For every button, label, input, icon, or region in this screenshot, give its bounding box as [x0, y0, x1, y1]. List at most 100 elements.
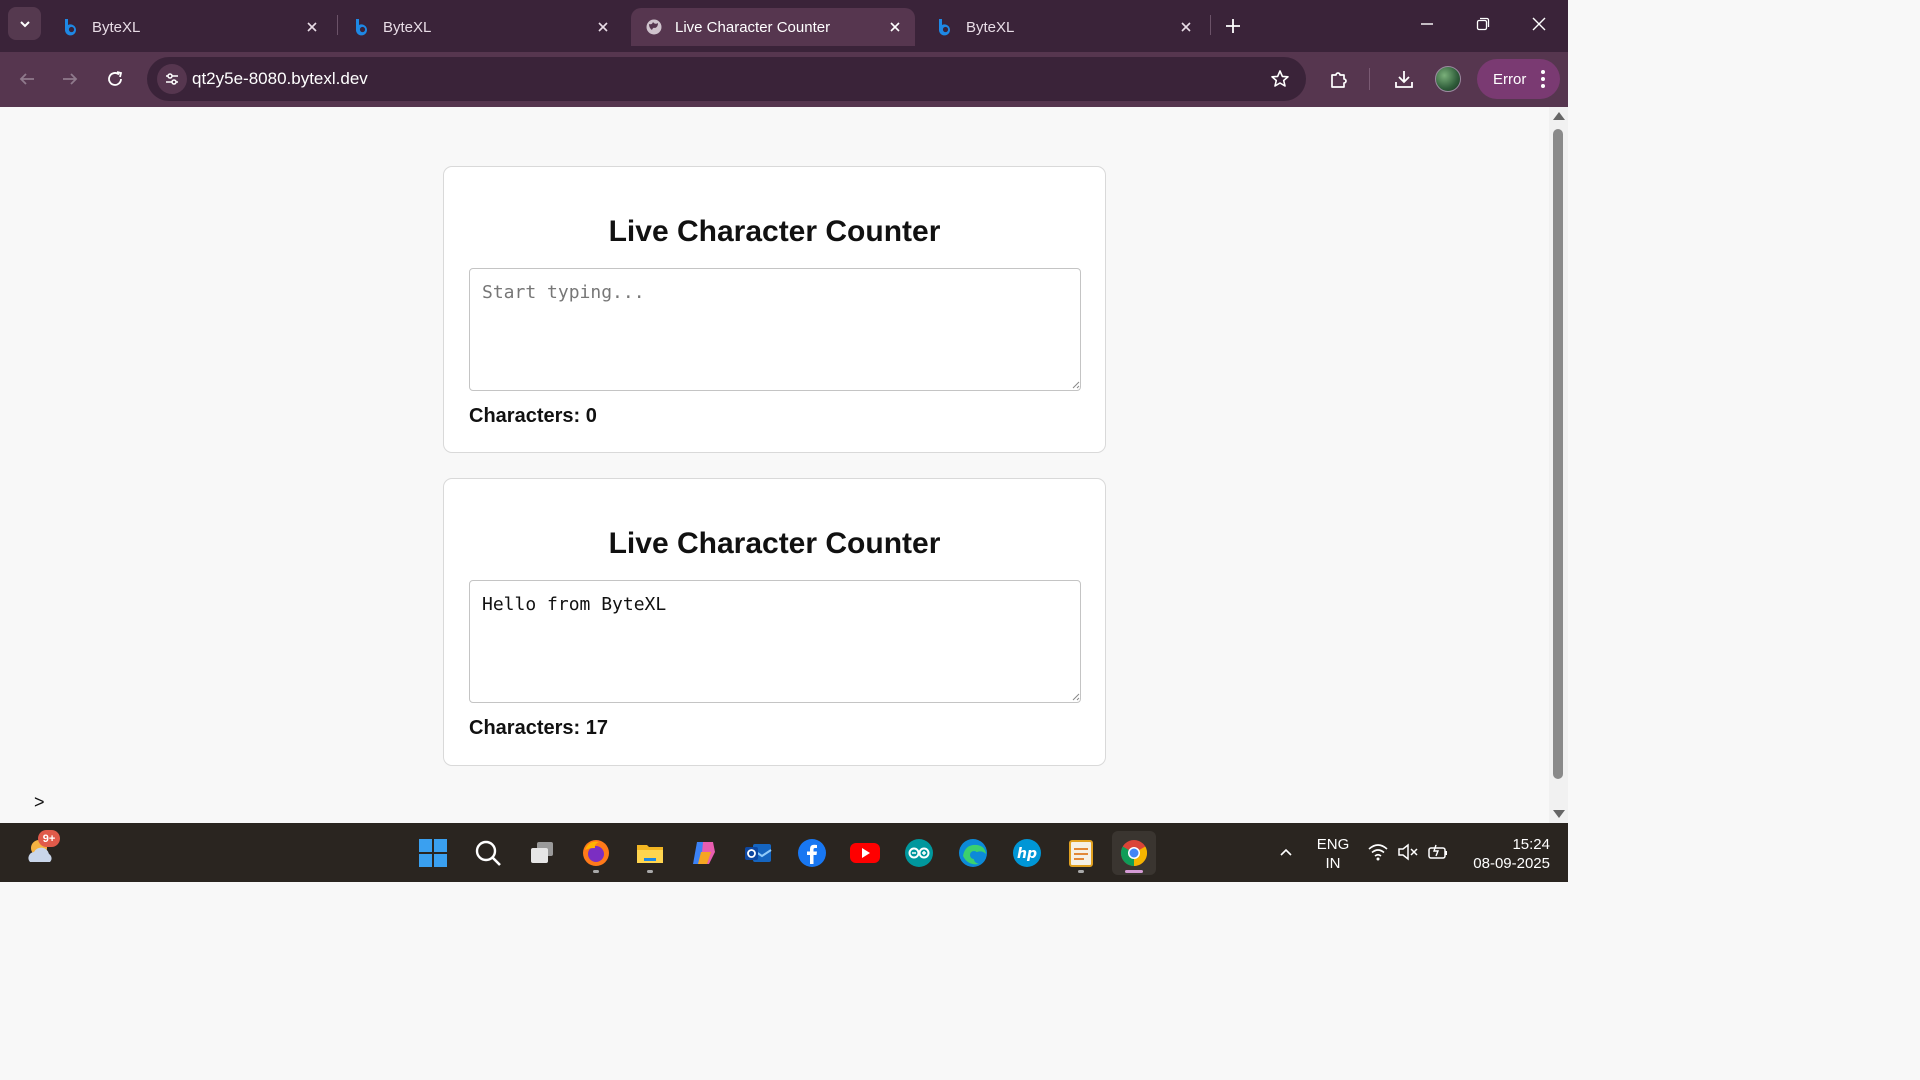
page-viewport: Live Character Counter Characters: 0 Liv… — [0, 107, 1549, 823]
tab-strip: ByteXL ByteXL Live Character Counter Byt… — [0, 0, 1568, 52]
taskbar-search-button[interactable] — [466, 831, 510, 875]
close-icon — [1532, 17, 1546, 31]
close-icon[interactable] — [300, 15, 324, 39]
counter-card-2: Live Character Counter Characters: 17 — [443, 478, 1106, 766]
taskbar-chrome[interactable] — [1112, 831, 1156, 875]
close-window-button[interactable] — [1516, 8, 1562, 40]
counter-textarea[interactable] — [469, 580, 1081, 703]
tab-bytexl-3[interactable]: ByteXL — [922, 8, 1206, 46]
tune-icon — [166, 73, 178, 85]
language-code: ENG — [1316, 836, 1350, 853]
taskbar-youtube[interactable] — [843, 831, 887, 875]
scrollbar-thumb[interactable] — [1553, 129, 1563, 779]
taskbar-firefox[interactable] — [574, 831, 618, 875]
notification-badge: 9+ — [38, 830, 60, 847]
task-view-icon — [531, 842, 553, 863]
volume-status[interactable] — [1397, 841, 1419, 863]
speaker-muted-icon — [1398, 843, 1418, 861]
chevron-up-icon — [1280, 848, 1292, 856]
system-clock[interactable]: 15:24 08-09-2025 — [1460, 835, 1550, 873]
arduino-icon — [905, 839, 933, 867]
toolbar-divider — [1369, 68, 1370, 90]
taskbar-outlook[interactable] — [736, 831, 780, 875]
edge-icon — [959, 839, 987, 867]
minimize-icon — [1421, 23, 1433, 25]
clock-time: 15:24 — [1512, 836, 1550, 853]
taskbar-hp[interactable]: hp — [1005, 831, 1049, 875]
profile-error-button[interactable]: Error — [1477, 59, 1560, 99]
running-indicator — [1125, 870, 1143, 873]
close-icon[interactable] — [1174, 15, 1198, 39]
close-icon[interactable] — [591, 15, 615, 39]
tab-search-button[interactable] — [8, 7, 41, 40]
forward-button[interactable] — [53, 62, 87, 96]
tab-divider — [1210, 15, 1211, 35]
bytexl-b-icon — [353, 18, 371, 36]
profile-avatar[interactable] — [1435, 66, 1461, 92]
tab-title: ByteXL — [383, 18, 432, 36]
scroll-up-arrow-icon[interactable] — [1553, 112, 1565, 120]
tab-title: ByteXL — [92, 18, 141, 36]
more-vert-icon — [1541, 70, 1545, 88]
bytexl-b-icon — [936, 18, 954, 36]
plus-icon — [1226, 19, 1240, 33]
taskbar-file-explorer[interactable] — [628, 831, 672, 875]
browser-toolbar: qt2y5e-8080.bytexl.dev Error — [0, 52, 1568, 107]
facebook-icon — [798, 839, 826, 867]
extensions-button[interactable] — [1325, 65, 1353, 93]
search-icon — [475, 840, 501, 866]
reload-button[interactable] — [98, 62, 132, 96]
counter-card-1: Live Character Counter Characters: 0 — [443, 166, 1106, 453]
battery-status[interactable] — [1427, 841, 1449, 863]
character-count: Characters: 0 — [469, 405, 597, 427]
firefox-icon — [583, 840, 609, 866]
notepad-icon — [1069, 840, 1093, 867]
site-info-button[interactable] — [157, 64, 187, 94]
bookmark-star-button[interactable] — [1268, 67, 1292, 91]
clock-date: 08-09-2025 — [1473, 855, 1550, 872]
input-language-indicator[interactable]: ENG IN — [1312, 835, 1354, 873]
running-indicator — [647, 870, 653, 873]
reload-icon — [108, 71, 123, 86]
arrow-left-icon — [19, 73, 34, 85]
tab-title: ByteXL — [966, 18, 1015, 36]
taskbar-edge[interactable] — [951, 831, 995, 875]
back-button[interactable] — [10, 62, 44, 96]
downloads-button[interactable] — [1390, 65, 1418, 93]
page-scrollbar[interactable] — [1549, 107, 1568, 823]
minimize-button[interactable] — [1404, 8, 1450, 40]
taskbar-copilot[interactable] — [682, 831, 726, 875]
scroll-down-arrow-icon[interactable] — [1553, 810, 1565, 818]
taskbar-notepad[interactable] — [1059, 831, 1103, 875]
tab-bytexl-2[interactable]: ByteXL — [339, 8, 623, 46]
chrome-icon — [1120, 840, 1148, 867]
star-icon — [1271, 70, 1289, 87]
region-code: IN — [1325, 855, 1341, 872]
windows-start-icon — [419, 839, 447, 867]
tab-bytexl-1[interactable]: ByteXL — [48, 8, 332, 46]
taskbar-facebook[interactable] — [790, 831, 834, 875]
start-button[interactable] — [411, 831, 455, 875]
restore-button[interactable] — [1460, 8, 1506, 40]
outlook-icon — [745, 844, 772, 862]
battery-charging-icon — [1428, 844, 1447, 859]
new-tab-button[interactable] — [1219, 12, 1247, 40]
taskbar-arduino[interactable] — [897, 831, 941, 875]
counter-textarea[interactable] — [469, 268, 1081, 391]
copilot-icon — [693, 842, 715, 864]
bytexl-b-icon — [62, 18, 80, 36]
tab-live-character-counter[interactable]: Live Character Counter — [631, 8, 915, 46]
file-explorer-icon — [637, 845, 663, 863]
show-hidden-icons-button[interactable] — [1275, 841, 1297, 863]
windows-taskbar: 9+ hp ENG IN 15:24 08-09-2025 — [0, 823, 1568, 882]
counter-heading: Live Character Counter — [608, 215, 941, 248]
address-bar[interactable]: qt2y5e-8080.bytexl.dev — [147, 57, 1306, 101]
svg-text:hp: hp — [1017, 846, 1037, 862]
puzzle-icon — [1331, 72, 1347, 88]
close-icon[interactable] — [883, 15, 907, 39]
task-view-button[interactable] — [520, 831, 564, 875]
youtube-icon — [850, 843, 880, 863]
chevron-down-icon — [19, 20, 30, 27]
tab-divider — [337, 15, 338, 35]
network-status[interactable] — [1367, 841, 1389, 863]
